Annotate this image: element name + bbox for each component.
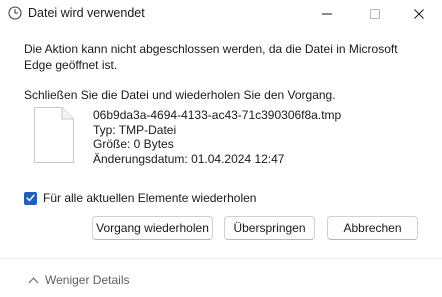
chevron-up-icon	[28, 276, 39, 283]
error-message: Die Aktion kann nicht abgeschlossen werd…	[24, 42, 398, 72]
close-button[interactable]	[396, 0, 442, 28]
less-details-toggle[interactable]: Weniger Details	[28, 273, 129, 287]
window-title: Datei wird verwendet	[28, 6, 145, 20]
minimize-button[interactable]	[304, 0, 350, 28]
cancel-button[interactable]: Abbrechen	[327, 216, 418, 240]
less-details-label[interactable]: Weniger Details	[45, 273, 129, 287]
title-bar[interactable]: Datei wird verwendet	[0, 0, 442, 28]
maximize-button[interactable]	[352, 0, 398, 28]
file-name: 06b9da3a-4694-4133-ac43-71c390306f8a.tmp	[93, 108, 342, 122]
apply-all-label[interactable]: Für alle aktuellen Elemente wiederholen	[43, 191, 256, 205]
apply-all-checkbox[interactable]	[24, 191, 37, 205]
file-in-use-dialog: Datei wird verwendet Die Aktion kann nic…	[0, 0, 442, 297]
skip-button[interactable]: Überspringen	[224, 216, 315, 240]
file-size: Größe: 0 Bytes	[93, 137, 174, 152]
apply-all-row[interactable]: Für alle aktuellen Elemente wiederholen	[24, 191, 256, 205]
maximize-icon	[370, 9, 380, 19]
file-details: 06b9da3a-4694-4133-ac43-71c390306f8a.tmp…	[93, 108, 341, 166]
file-type: Typ: TMP-Datei	[93, 122, 177, 137]
retry-button[interactable]: Vorgang wiederholen	[92, 216, 213, 240]
clock-icon	[8, 6, 22, 20]
file-icon	[32, 106, 76, 164]
checkmark-icon	[26, 194, 35, 202]
file-modified-date: Änderungsdatum: 01.04.2024 12:47	[93, 151, 285, 166]
minimize-icon	[322, 13, 332, 15]
instruction-text: Schließen Sie die Datei und wiederholen …	[24, 88, 336, 102]
close-icon	[414, 9, 424, 19]
dialog-footer: Weniger Details	[0, 258, 442, 297]
